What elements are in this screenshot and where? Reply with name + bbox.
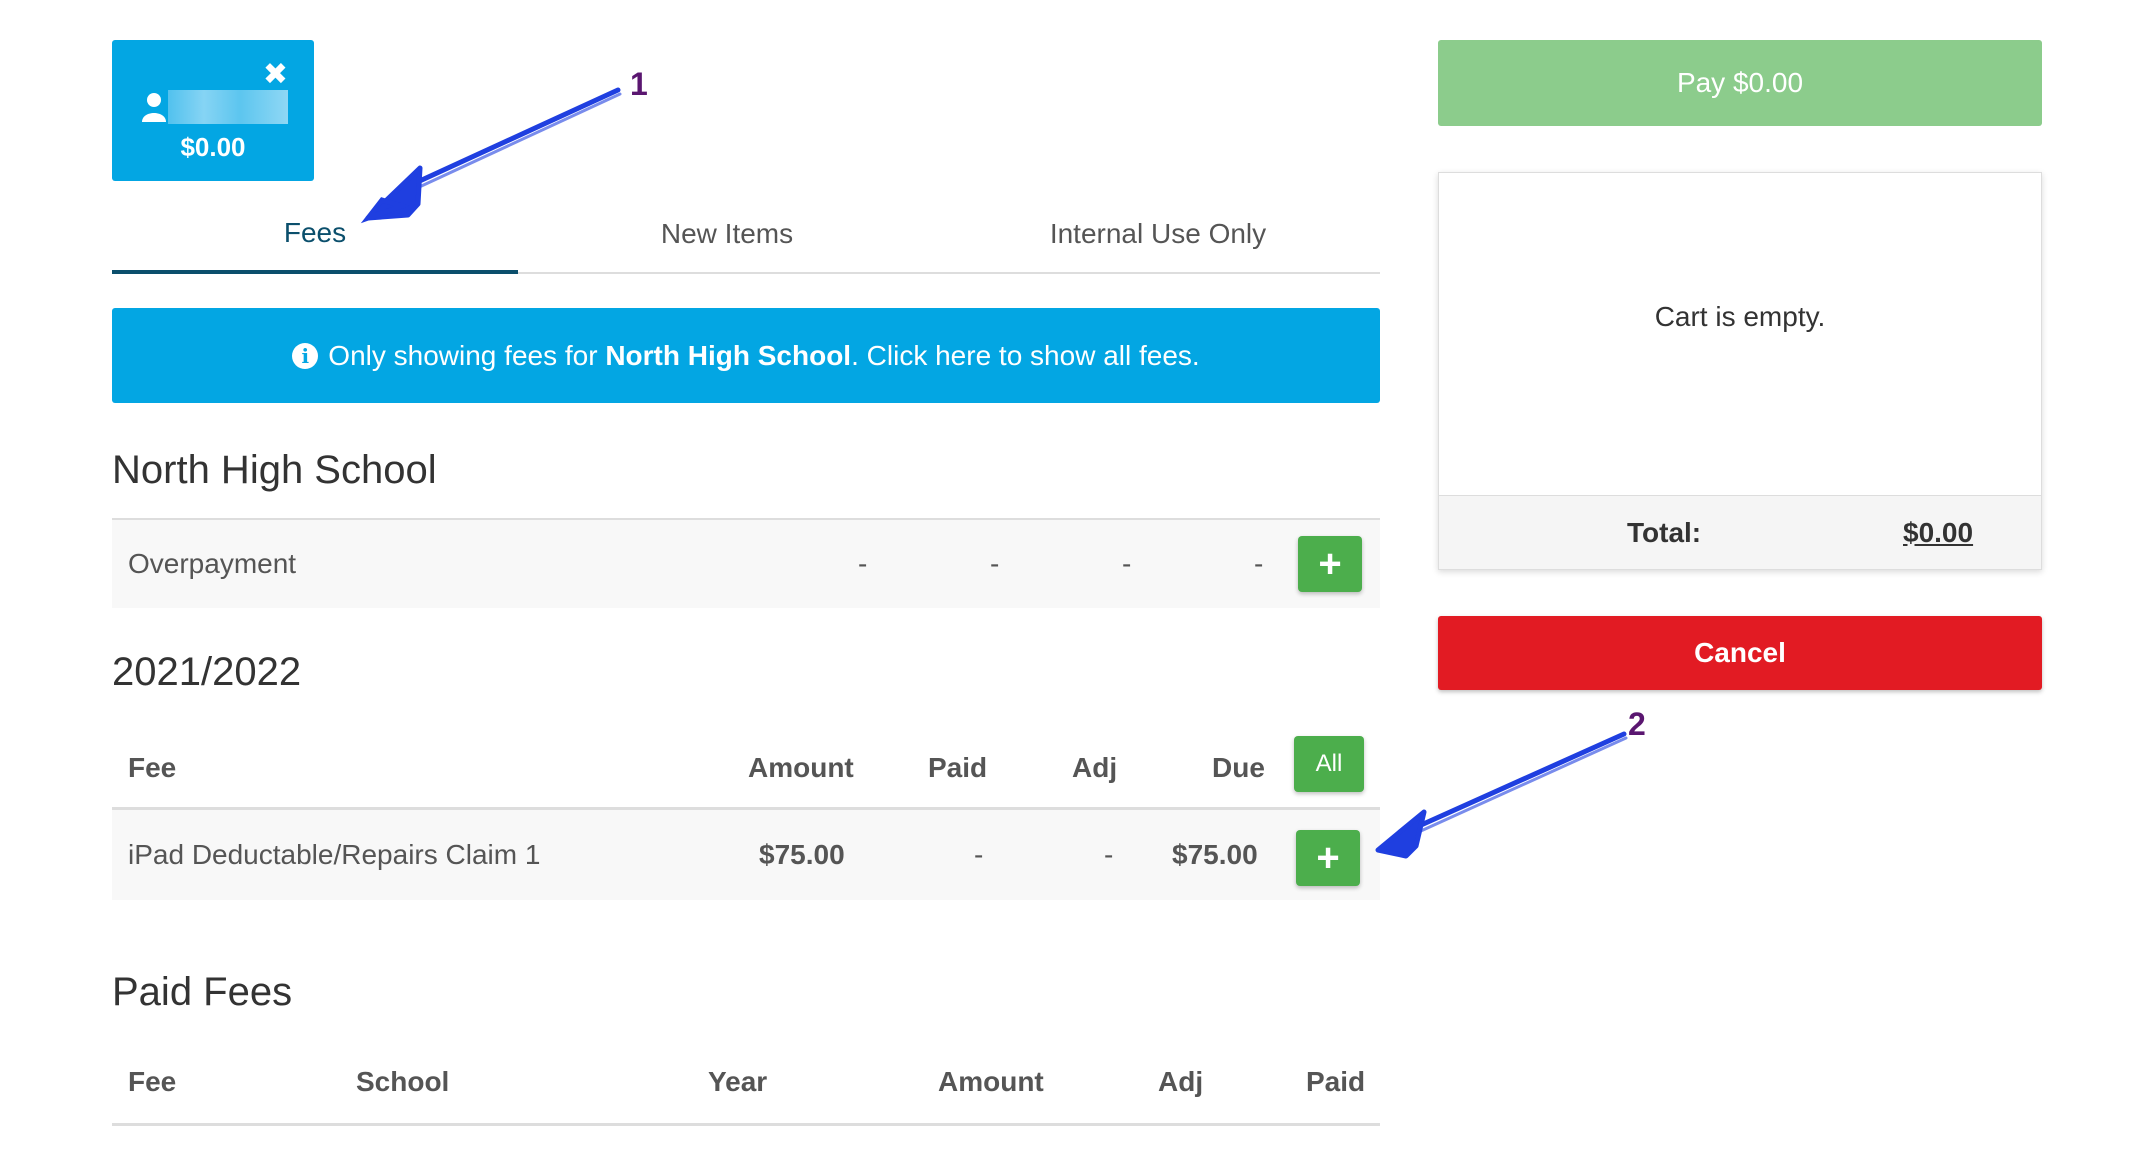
tab-new-items[interactable]: New Items — [518, 196, 936, 272]
annotation-arrow-2 — [1375, 731, 1628, 859]
fee-due: - — [1254, 548, 1264, 579]
banner-text-before: Only showing fees for — [328, 339, 606, 371]
header-amount: Amount — [938, 1065, 1044, 1097]
cancel-button[interactable]: Cancel — [1438, 616, 2042, 690]
fee-paid: - — [974, 839, 984, 870]
fee-amount: - — [858, 548, 868, 579]
fee-amount: $75.00 — [759, 839, 845, 870]
header-year: Year — [708, 1065, 768, 1097]
header-adj: Adj — [1072, 751, 1118, 783]
pay-button[interactable]: Pay $0.00 — [1438, 40, 2042, 126]
student-balance: $0.00 — [180, 132, 246, 162]
info-icon: i — [292, 342, 319, 369]
fee-due: $75.00 — [1172, 839, 1258, 870]
add-overpayment-button[interactable]: + — [1298, 536, 1362, 592]
total-value: $0.00 — [1903, 516, 1974, 548]
table-row: Overpayment - - - - + — [112, 518, 1380, 608]
banner-text-after: . Click here to show all fees. — [851, 339, 1200, 371]
close-icon[interactable]: ✖ — [263, 60, 288, 90]
add-all-button[interactable]: All — [1294, 736, 1364, 792]
student-chip[interactable]: ✖ $0.00 — [112, 40, 314, 181]
annotation-number-2: 2 — [1628, 706, 1646, 742]
fee-adj: - — [1104, 839, 1114, 870]
total-label: Total: — [1627, 516, 1702, 548]
header-paid: Paid — [928, 751, 988, 783]
fee-name: iPad Deductable/Repairs Claim 1 — [128, 839, 541, 870]
header-fee: Fee — [128, 751, 177, 783]
cart-total-row: Total: $0.00 — [1439, 495, 2041, 569]
tab-internal-use-only[interactable]: Internal Use Only — [936, 196, 1380, 272]
paid-fees-title: Paid Fees — [112, 970, 293, 1014]
annotation-number-1: 1 — [630, 66, 648, 102]
cart-box: Cart is empty. Total: $0.00 — [1438, 172, 2042, 570]
fees-table-header: Fee Amount Paid Adj Due All — [112, 728, 1380, 810]
header-paid: Paid — [1306, 1065, 1366, 1097]
user-icon — [142, 93, 166, 122]
year-section-title: 2021/2022 — [112, 650, 302, 694]
header-due: Due — [1212, 751, 1265, 783]
banner-school-name: North High School — [605, 339, 852, 371]
paid-fees-table-header: Fee School Year Amount Adj Paid — [112, 1040, 1380, 1126]
fee-name: Overpayment — [128, 548, 297, 579]
header-amount: Amount — [748, 751, 854, 783]
show-all-fees-banner[interactable]: i Only showing fees for North High Schoo… — [112, 308, 1380, 403]
cart-panel: Pay $0.00 Cart is empty. Total: $0.00 Ca… — [1438, 40, 2042, 690]
tab-fees[interactable]: Fees — [112, 196, 518, 274]
cart-empty-message: Cart is empty. — [1654, 301, 1826, 332]
header-school: School — [356, 1065, 450, 1097]
student-name-redacted — [168, 90, 288, 124]
school-section-title: North High School — [112, 448, 437, 492]
header-fee: Fee — [128, 1065, 177, 1097]
fee-tabs: Fees New Items Internal Use Only — [112, 196, 1380, 274]
header-adj: Adj — [1158, 1065, 1204, 1097]
fee-adj: - — [1122, 548, 1132, 579]
table-row: iPad Deductable/Repairs Claim 1 $75.00 -… — [112, 810, 1380, 900]
fee-paid: - — [990, 548, 1000, 579]
add-fee-button[interactable]: + — [1296, 830, 1360, 886]
